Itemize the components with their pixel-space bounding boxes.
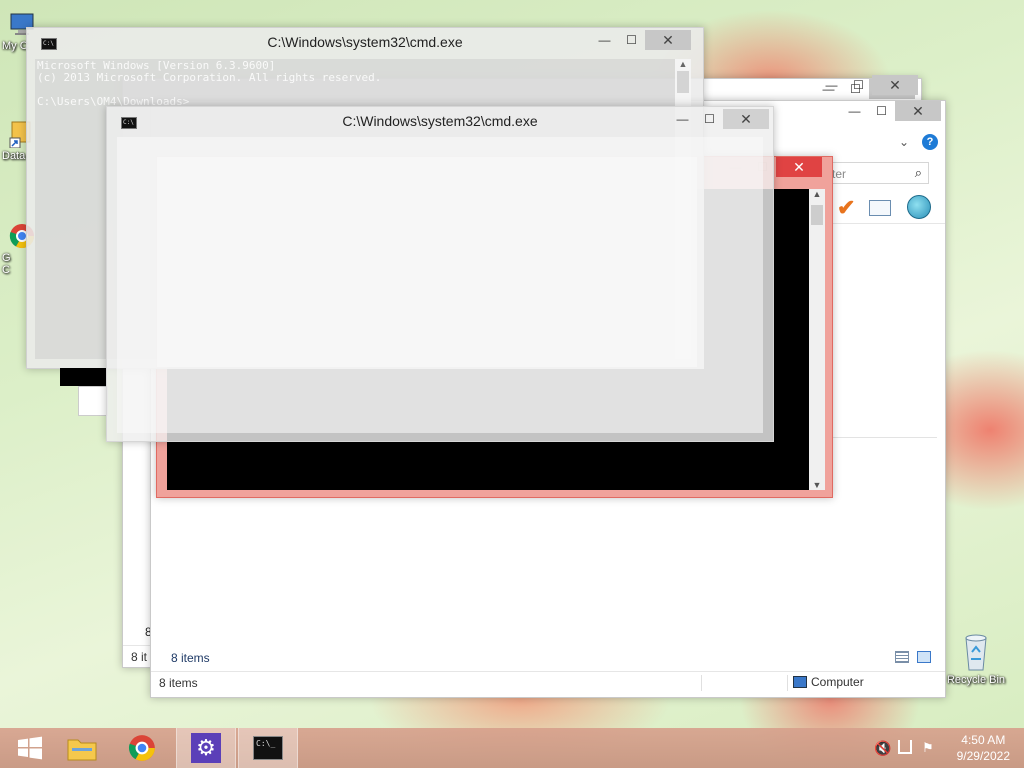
console-line: (c) 2013 Microsoft Corporation. All righ… bbox=[37, 71, 382, 84]
window-fragment bbox=[78, 386, 108, 416]
scrollbar-thumb[interactable] bbox=[811, 205, 823, 225]
taskbar: ⚙ C:\_ 🔇 ⚑ 4:50 AM 9/29/2022 bbox=[0, 728, 1024, 768]
file-explorer-taskbar-button[interactable] bbox=[52, 728, 112, 768]
maximize-button[interactable]: ☐ bbox=[696, 109, 723, 129]
minimize-button[interactable]: — bbox=[818, 75, 845, 95]
maximize-button[interactable]: ☐ bbox=[845, 75, 872, 95]
search-input[interactable]: ter bbox=[832, 167, 846, 181]
details-view-icon[interactable] bbox=[895, 651, 909, 663]
mail-icon[interactable] bbox=[869, 200, 891, 216]
maximize-button[interactable]: ☐ bbox=[618, 30, 645, 50]
minimize-button[interactable]: — bbox=[841, 101, 868, 121]
network-globe-icon[interactable] bbox=[907, 195, 931, 219]
close-button[interactable]: ✕ bbox=[645, 30, 691, 50]
back-window-controls: — ☐ ✕ bbox=[818, 75, 918, 95]
cmd-taskbar-button[interactable]: C:\_ bbox=[238, 728, 298, 768]
desktop-icon-label: Recycle Bin bbox=[946, 674, 1006, 686]
recycle-bin-icon bbox=[959, 632, 993, 672]
inner-status-items: 8 items bbox=[171, 651, 210, 665]
computer-location: Computer bbox=[793, 675, 864, 689]
location-label: Computer bbox=[811, 675, 864, 689]
gear-icon: ⚙ bbox=[191, 733, 221, 763]
clock-time: 4:50 AM bbox=[961, 733, 1006, 747]
status-items: 8 it bbox=[131, 649, 148, 664]
windows-logo-icon bbox=[18, 736, 42, 760]
ribbon-expand-icon[interactable]: ⌄ bbox=[899, 135, 909, 149]
maximize-button[interactable]: ☐ bbox=[868, 101, 895, 121]
recycle-bin-desktop-icon[interactable]: Recycle Bin bbox=[945, 632, 1007, 686]
chrome-taskbar-button[interactable] bbox=[112, 728, 172, 768]
status-divider bbox=[701, 675, 702, 691]
network-icon[interactable] bbox=[898, 740, 912, 754]
chrome-icon bbox=[128, 735, 155, 761]
clock[interactable]: 4:50 AM 9/29/2022 bbox=[957, 732, 1010, 764]
settings-taskbar-button[interactable]: ⚙ bbox=[176, 728, 236, 768]
window-controls: — ☐ ✕ bbox=[841, 101, 941, 121]
status-items: 8 items bbox=[159, 675, 198, 690]
close-button[interactable]: ✕ bbox=[872, 75, 918, 95]
folder-icon bbox=[67, 739, 97, 761]
clock-date: 9/29/2022 bbox=[956, 749, 1010, 763]
pane-divider bbox=[821, 437, 937, 438]
window-controls: — ☐ ✕ bbox=[669, 109, 769, 129]
scrollbar-thumb[interactable] bbox=[677, 71, 689, 93]
minimize-button[interactable]: — bbox=[591, 30, 618, 50]
status-bar: 8 items Computer bbox=[151, 671, 945, 693]
close-button[interactable]: ✕ bbox=[723, 109, 769, 129]
close-button[interactable]: ✕ bbox=[776, 157, 822, 177]
vertical-scrollbar[interactable]: ▲ ▼ bbox=[809, 189, 825, 490]
scroll-down-icon[interactable]: ▼ bbox=[809, 480, 825, 490]
status-divider bbox=[787, 675, 788, 691]
start-button[interactable] bbox=[0, 728, 60, 768]
computer-small-icon bbox=[793, 676, 807, 688]
action-center-flag-icon[interactable]: ⚑ bbox=[922, 740, 934, 756]
window-fragment bbox=[60, 368, 106, 386]
search-icon[interactable]: ⌕ bbox=[915, 165, 922, 181]
cmd-window-2[interactable]: C:\ C:\Windows\system32\cmd.exe — ☐ ✕ bbox=[106, 106, 774, 442]
window-controls: — ☐ ✕ bbox=[591, 30, 691, 50]
help-icon[interactable]: ? bbox=[922, 134, 938, 150]
close-button[interactable]: ✕ bbox=[895, 101, 941, 121]
scroll-up-icon[interactable]: ▲ bbox=[809, 189, 825, 203]
large-icons-view-icon[interactable] bbox=[917, 651, 931, 663]
minimize-button[interactable]: — bbox=[669, 109, 696, 129]
cmd-icon: C:\_ bbox=[253, 736, 283, 760]
checkmark-icon[interactable]: ✔ bbox=[837, 195, 855, 221]
volume-muted-icon[interactable]: 🔇 bbox=[874, 740, 891, 757]
inner-ghost-panel bbox=[157, 157, 697, 367]
scroll-up-icon[interactable]: ▲ bbox=[675, 59, 691, 69]
